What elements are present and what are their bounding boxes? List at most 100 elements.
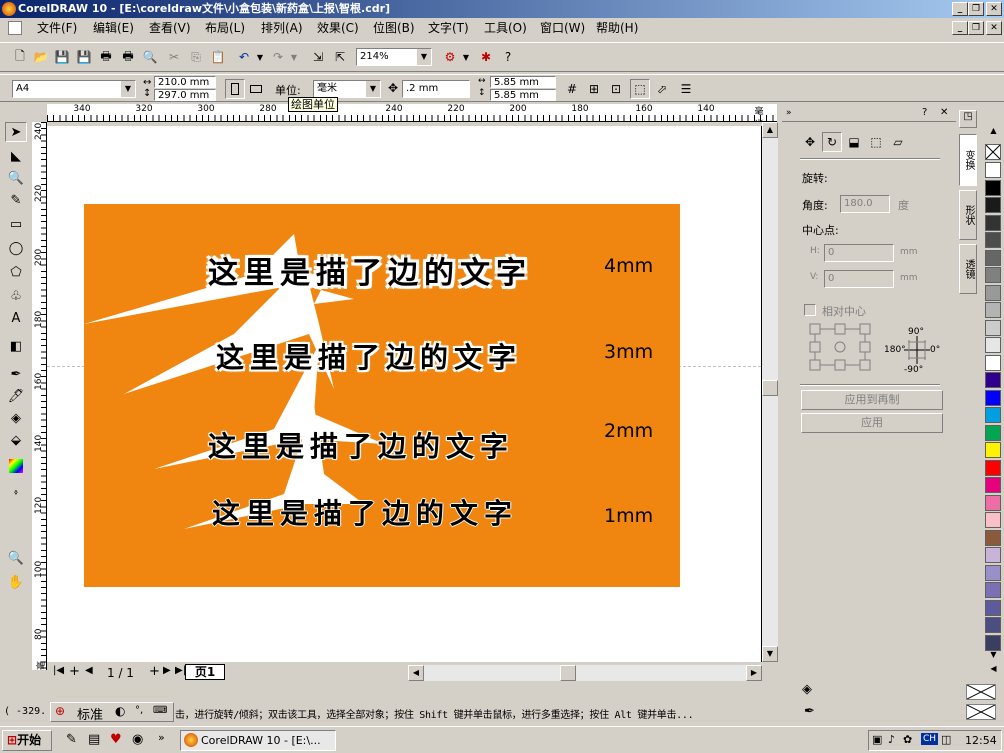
color-swatch[interactable] [985, 459, 1001, 476]
options-icon[interactable]: ☰ [676, 79, 696, 99]
color-swatch[interactable] [985, 424, 1001, 441]
snap-grid-icon[interactable]: # [562, 79, 582, 99]
save-icon[interactable]: 💾 [52, 47, 72, 67]
color-swatch[interactable] [985, 389, 1001, 406]
rotate-tab-icon[interactable]: ↻ [822, 132, 842, 152]
tab-shape[interactable]: 形状 [959, 190, 977, 240]
menu-view[interactable]: 查看(V) [149, 20, 191, 36]
half-width-icon[interactable]: ◐ [115, 704, 125, 718]
stroked-text-1mm[interactable]: 这里是描了边的文字 [212, 492, 518, 532]
color-swatch[interactable] [985, 162, 1001, 178]
copy-icon[interactable]: ⎘ [186, 47, 206, 67]
docker-collapse-icon[interactable]: » [786, 108, 792, 118]
no-color-swatch[interactable] [985, 144, 1001, 160]
docker-close-icon[interactable]: ✕ [940, 107, 948, 118]
color-swatch[interactable] [985, 599, 1001, 616]
center-h-field[interactable]: 0 [824, 244, 894, 262]
first-page-icon[interactable]: |◀ [53, 665, 64, 676]
menu-effects[interactable]: 效果(C) [317, 20, 359, 36]
docker-help-icon[interactable]: ? [922, 107, 927, 118]
doc-minimize-button[interactable]: _ [952, 21, 968, 35]
color-swatch[interactable] [985, 267, 1001, 283]
new-icon[interactable]: 🗋 [10, 47, 30, 67]
outline-tool-icon[interactable]: 🖊 [5, 386, 27, 406]
doc-restore-button[interactable]: ❐ [968, 21, 984, 35]
palette-scroll-up-icon[interactable]: ▲ [985, 124, 1002, 138]
orange-rectangle[interactable]: 这里是描了边的文字 4mm 这里是描了边的文字 3mm 这里是描了边的文字 2m… [84, 204, 680, 587]
freehand-tool-icon[interactable]: ✎ [5, 190, 27, 210]
interactive-mesh-icon[interactable]: ⬫ [5, 482, 27, 502]
color-swatch[interactable] [985, 372, 1001, 388]
color-swatch[interactable] [985, 319, 1001, 336]
nudge-field[interactable]: .2 mm [402, 80, 470, 98]
corel-online-icon[interactable]: ✱ [476, 47, 496, 67]
eyedropper-tool-icon[interactable]: ✒ [5, 364, 27, 384]
relative-center-checkbox[interactable] [804, 304, 816, 316]
color-swatch[interactable] [985, 617, 1001, 633]
docker-options-icon[interactable]: ◳ [959, 110, 977, 128]
punctuation-icon[interactable]: °, [135, 705, 143, 716]
show-desktop-icon[interactable]: ✎ [66, 732, 77, 747]
add-page-before-icon[interactable]: + [69, 664, 80, 679]
page-width-field[interactable]: 210.0 mm [154, 76, 216, 88]
ime-toolbar[interactable]: ⊕ 标准 ◐ °, ⌨ [50, 702, 174, 723]
h-scroll-thumb[interactable] [560, 665, 576, 681]
snap-objects-icon[interactable]: ⊡ [606, 79, 626, 99]
ime-logo-icon[interactable]: ⊕ [55, 704, 65, 718]
snap-guidelines-icon[interactable]: ⊞ [584, 79, 604, 99]
tray-icon-4[interactable]: ◫ [941, 733, 951, 746]
paste-icon[interactable]: 📋 [208, 47, 228, 67]
portrait-button[interactable] [225, 79, 245, 99]
interactive-fill-icon[interactable] [5, 456, 27, 476]
color-swatch[interactable] [985, 197, 1001, 213]
chevron-down-icon[interactable]: ▼ [366, 81, 380, 97]
text-tool-icon[interactable]: A [5, 308, 27, 328]
menu-window[interactable]: 窗口(W) [540, 20, 585, 36]
restore-button[interactable]: ❐ [968, 2, 984, 16]
pick-tool-icon[interactable]: ➤ [5, 122, 27, 142]
paint-bucket-icon[interactable]: ⬙ [5, 430, 27, 450]
size-tab-icon[interactable]: ⬚ [866, 132, 886, 152]
horizontal-scrollbar[interactable]: ◀ ▶ [408, 665, 762, 681]
palette-scroll-down-icon[interactable]: ▼ [985, 648, 1002, 662]
menu-edit[interactable]: 编辑(E) [93, 20, 134, 36]
color-swatch[interactable] [985, 337, 1001, 353]
dup-distance-y-field[interactable]: 5.85 mm [490, 89, 556, 101]
basic-shapes-tool-icon[interactable]: ♧ [5, 286, 27, 306]
tray-icon-1[interactable]: ▣ [872, 733, 882, 746]
tab-lens[interactable]: 透镜 [959, 244, 977, 294]
position-tab-icon[interactable]: ✥ [800, 132, 820, 152]
color-swatch[interactable] [985, 564, 1001, 581]
treat-as-filled-icon[interactable]: ⬚ [630, 79, 650, 99]
tray-icon-2[interactable]: ♪ [888, 733, 895, 746]
stroked-text-2mm[interactable]: 这里是描了边的文字 [208, 425, 514, 465]
color-swatch[interactable] [985, 354, 1001, 371]
page-tab[interactable]: 页1 [185, 664, 225, 680]
prev-page-icon[interactable]: ◀ [85, 665, 93, 676]
hand-tool-icon[interactable]: ✋ [5, 572, 27, 592]
cut-icon[interactable]: ✂ [164, 47, 184, 67]
scale-tab-icon[interactable]: ⬓ [844, 132, 864, 152]
ime-mode-label[interactable]: 标准 [77, 704, 103, 723]
quicklaunch-more-icon[interactable]: » [158, 731, 165, 744]
color-swatch[interactable] [985, 232, 1001, 248]
tray-icon-3[interactable]: ✿ [903, 733, 912, 746]
menu-arrange[interactable]: 排列(A) [261, 20, 303, 36]
import-icon[interactable]: ⇲ [308, 47, 328, 67]
quicklaunch-icon-3[interactable]: ♥ [110, 732, 122, 747]
minimize-button[interactable]: _ [952, 2, 968, 16]
launcher-dropdown-icon[interactable]: ▼ [456, 47, 476, 67]
color-swatch[interactable] [985, 407, 1001, 423]
color-swatch[interactable] [985, 547, 1001, 563]
whats-this-icon[interactable]: ? [498, 47, 518, 67]
menu-text[interactable]: 文字(T) [428, 20, 469, 36]
menu-layout[interactable]: 布局(L) [205, 20, 245, 36]
chevron-down-icon[interactable]: ▼ [121, 81, 135, 97]
quicklaunch-icon-2[interactable]: ▤ [88, 732, 100, 747]
color-swatch[interactable] [985, 284, 1001, 301]
redo-dropdown-icon[interactable]: ▼ [284, 47, 304, 67]
open-icon[interactable]: 📂 [31, 47, 51, 67]
stroked-text-3mm[interactable]: 这里是描了边的文字 [216, 336, 522, 376]
page-size-select[interactable]: A4 ▼ [12, 80, 136, 98]
color-swatch[interactable] [985, 529, 1001, 546]
